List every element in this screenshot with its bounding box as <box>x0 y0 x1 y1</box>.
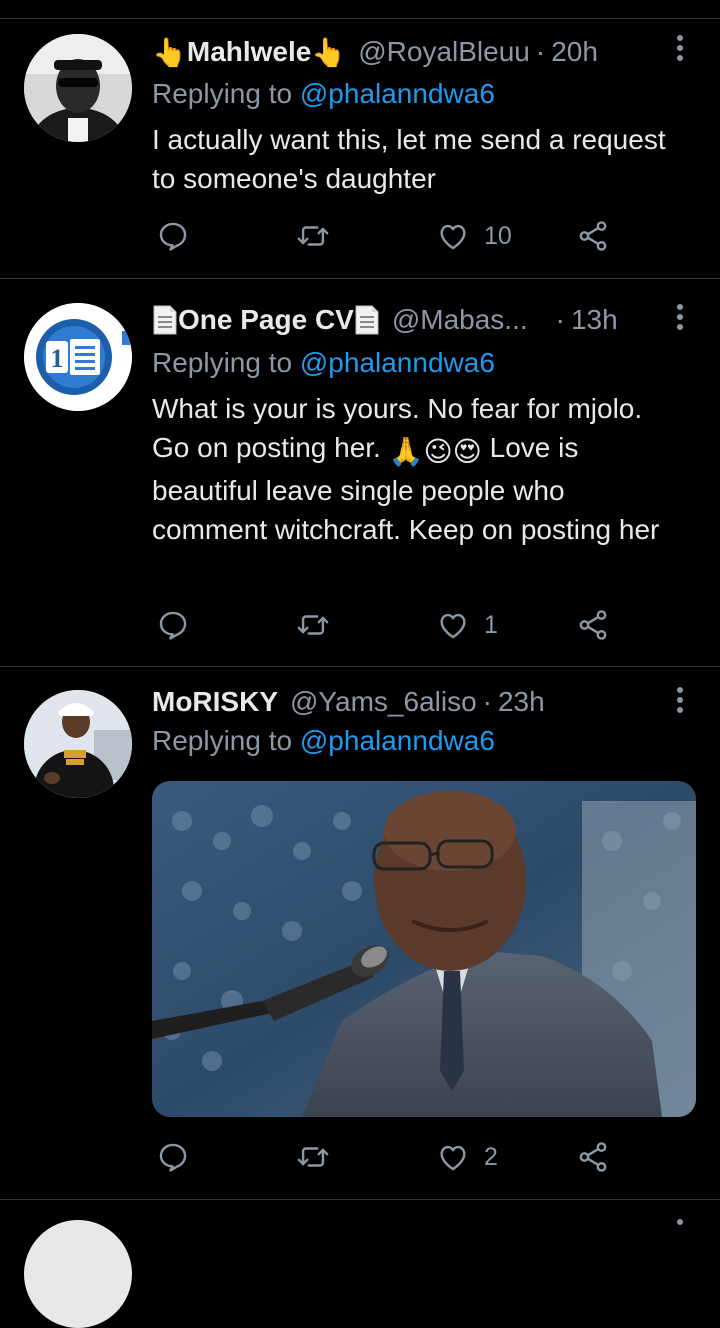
user-handle[interactable]: @RoyalBleuu <box>358 36 530 68</box>
replying-label: Replying to <box>152 347 293 378</box>
more-options-icon[interactable] <box>668 299 692 335</box>
user-handle[interactable]: @Mabas... <box>392 304 528 336</box>
more-options-icon[interactable] <box>668 1214 692 1229</box>
mention-link[interactable]: @phalanndwa6 <box>300 725 495 756</box>
tweet-actions: 2 <box>152 1135 632 1179</box>
heart-icon <box>440 224 466 250</box>
retweet-button[interactable] <box>296 214 344 258</box>
tweet-card[interactable]: MoRISKY @Yams_6aliso · 23h Replying to @… <box>0 667 720 1199</box>
reply-icon <box>159 222 187 251</box>
replying-label: Replying to <box>152 78 293 109</box>
document-icon <box>355 305 379 335</box>
tweet-media-photo[interactable] <box>152 781 696 1117</box>
tweet-text: What is your is yours. No fear for mjolo… <box>152 389 682 549</box>
svg-text:1: 1 <box>51 344 64 373</box>
mention-link[interactable]: @phalanndwa6 <box>300 347 495 378</box>
document-icon <box>153 305 177 335</box>
avatar-image: 1 <box>24 303 132 411</box>
display-name[interactable]: One Page CV <box>152 304 380 336</box>
share-icon <box>579 1142 607 1172</box>
retweet-icon <box>297 615 329 635</box>
avatar[interactable] <box>24 690 132 798</box>
timestamp[interactable]: 23h <box>498 686 545 718</box>
replying-to: Replying to @phalanndwa6 <box>152 78 495 110</box>
share-icon <box>579 221 607 251</box>
like-count: 1 <box>484 610 498 639</box>
emoji-group: 🙏😉😍 <box>388 436 482 467</box>
replying-to: Replying to @phalanndwa6 <box>152 725 495 757</box>
share-button[interactable] <box>576 1135 610 1179</box>
timestamp[interactable]: 20h <box>551 36 598 68</box>
reply-icon <box>159 611 187 640</box>
avatar[interactable]: 1 <box>24 303 132 411</box>
reply-button[interactable] <box>156 1135 204 1179</box>
tweet-card[interactable]: 👆 Mahlwele 👆 @RoyalBleuu · 20h Replying to… <box>0 0 720 278</box>
tweet-header: 👆 Mahlwele 👆 @RoyalBleuu · 20h <box>152 32 598 72</box>
display-name-text: One Page CV <box>178 304 354 335</box>
retweet-button[interactable] <box>296 1135 344 1179</box>
heart-icon <box>440 1145 466 1171</box>
avatar[interactable] <box>24 1220 132 1328</box>
more-options-icon[interactable] <box>668 30 692 66</box>
reply-button[interactable] <box>156 603 204 647</box>
more-options-icon[interactable] <box>668 682 692 718</box>
like-button[interactable]: 1 <box>436 603 498 647</box>
tweet-header: MoRISKY @Yams_6aliso · 23h <box>152 682 545 722</box>
pointing-up-emoji: 👆 <box>311 36 347 68</box>
share-button[interactable] <box>576 603 610 647</box>
retweet-button[interactable] <box>296 603 344 647</box>
separator-dot: · <box>555 304 565 335</box>
tweet-text: I actually want this, let me send a requ… <box>152 124 666 194</box>
like-button[interactable]: 2 <box>436 1135 498 1179</box>
retweet-icon <box>297 1147 329 1167</box>
avatar[interactable] <box>24 34 132 142</box>
timestamp[interactable]: 13h <box>571 304 618 336</box>
tweet-divider <box>0 1199 720 1200</box>
display-name-text: Mahlwele <box>186 36 312 67</box>
tweet-actions: 10 <box>152 214 632 258</box>
heart-icon <box>440 613 466 639</box>
tweet-actions: 1 <box>152 603 632 647</box>
replying-to: Replying to @phalanndwa6 <box>152 347 495 379</box>
pointing-up-emoji: 👆 <box>152 36 187 68</box>
separator-dot: · <box>535 36 546 67</box>
tweet-card[interactable]: 1 One Page CV @Mabas... · 13h Replying t… <box>0 279 720 666</box>
photo-man-at-microphone <box>152 781 696 1117</box>
replying-label: Replying to <box>152 725 293 756</box>
mention-link[interactable]: @phalanndwa6 <box>300 78 495 109</box>
separator-dot: · <box>482 686 492 717</box>
display-name[interactable]: 👆 Mahlwele 👆 <box>152 36 346 69</box>
like-count: 2 <box>484 1142 498 1171</box>
user-handle[interactable]: @Yams_6aliso <box>290 686 477 718</box>
tweet-header: One Page CV @Mabas... · 13h <box>152 300 618 340</box>
share-button[interactable] <box>576 214 610 258</box>
like-count: 10 <box>484 221 512 250</box>
avatar-image <box>24 690 132 798</box>
reply-button[interactable] <box>156 214 204 258</box>
retweet-icon <box>297 226 329 246</box>
share-icon <box>579 610 607 640</box>
avatar-image <box>24 34 132 142</box>
reply-icon <box>159 1143 187 1172</box>
like-button[interactable]: 10 <box>436 214 512 258</box>
display-name[interactable]: MoRISKY <box>152 686 278 718</box>
